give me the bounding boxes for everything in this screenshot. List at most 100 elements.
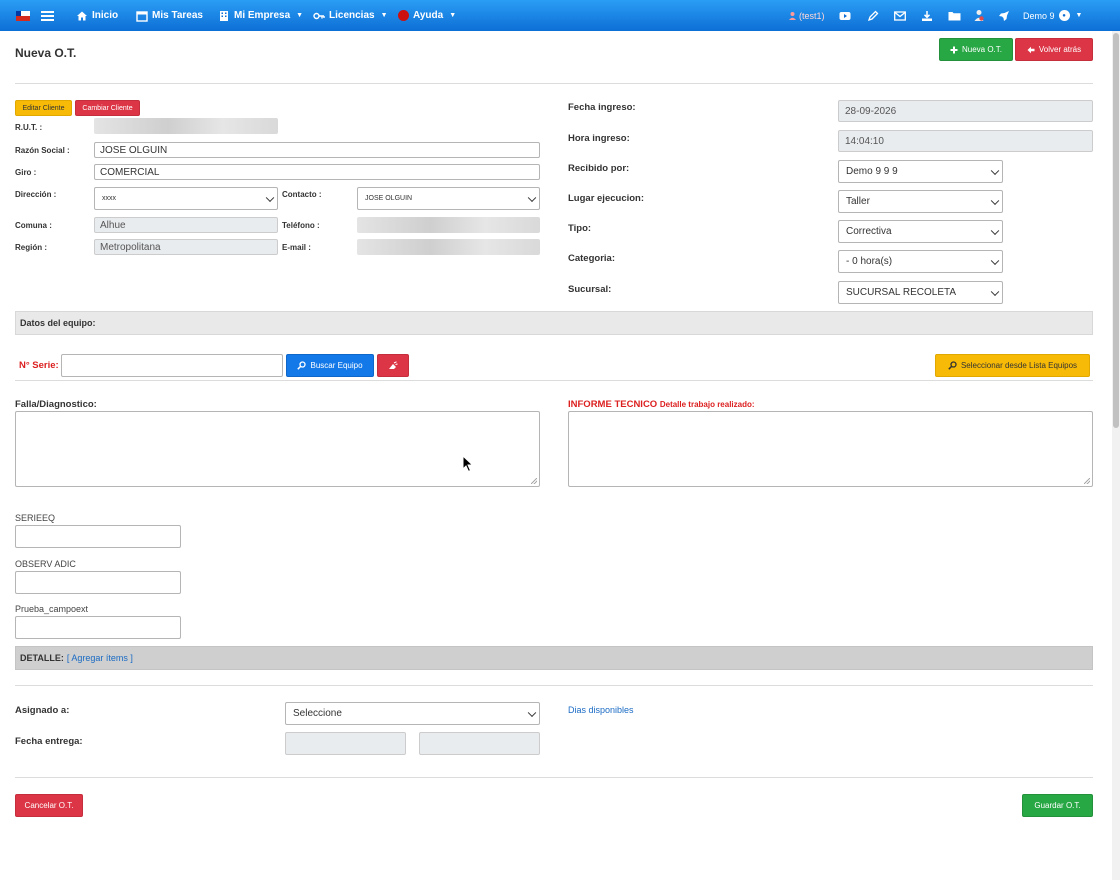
nav-licencias[interactable]: Licencias ▼: [313, 0, 388, 31]
datos-equipo-title: Datos del equipo:: [20, 318, 96, 328]
contacto-label: Contacto :: [282, 190, 322, 199]
user-icon: [789, 12, 796, 20]
scrollbar-thumb[interactable]: [1113, 33, 1119, 428]
eraser-icon: [389, 360, 398, 369]
youtube-icon[interactable]: [838, 0, 852, 31]
download-icon[interactable]: [920, 0, 934, 31]
serieeq-label: SERIEEQ: [15, 513, 56, 523]
edit-icon[interactable]: [866, 0, 880, 31]
rocket-icon[interactable]: [997, 0, 1011, 31]
nav-ayuda[interactable]: Ayuda ▼: [398, 0, 456, 31]
sucursal-value: SUCURSAL RECOLETA: [846, 287, 957, 298]
seleccionar-lista-equipos-label: Seleccionar desde Lista Equipos: [960, 361, 1078, 370]
informe-tecnico-subtitle: Detalle trabajo realizado:: [659, 400, 755, 409]
users-icon[interactable]: [972, 0, 986, 31]
mouse-cursor-icon: [462, 455, 474, 473]
contacto-select[interactable]: JOSE OLGUIN: [357, 187, 540, 210]
nav-licencias-label: Licencias: [329, 10, 375, 21]
resize-handle-icon[interactable]: [1084, 478, 1090, 484]
chile-flag-icon: [16, 0, 30, 31]
falla-diagnostico-textarea[interactable]: [15, 411, 540, 487]
nav-mis-tareas-label: Mis Tareas: [152, 10, 203, 21]
fecha-ingreso-label: Fecha ingreso:: [568, 102, 636, 113]
asignado-a-value: Seleccione: [293, 708, 342, 719]
rut-label: R.U.T. :: [15, 123, 43, 132]
datos-equipo-header: Datos del equipo:: [15, 311, 1093, 335]
email-label: E-mail :: [282, 243, 311, 252]
seleccionar-lista-equipos-button[interactable]: Seleccionar desde Lista Equipos: [935, 354, 1090, 377]
recibido-por-label: Recibido por:: [568, 163, 630, 174]
recibido-por-select[interactable]: Demo 9 9 9: [838, 160, 1003, 183]
fecha-entrega-date[interactable]: [285, 732, 406, 755]
nueva-ot-button[interactable]: Nueva O.T.: [939, 38, 1013, 61]
fecha-entrega-time[interactable]: [419, 732, 540, 755]
folder-icon[interactable]: [947, 0, 961, 31]
cambiar-cliente-button[interactable]: Cambiar Cliente: [75, 100, 140, 116]
volver-atras-button[interactable]: Volver atrás: [1015, 38, 1093, 61]
contacto-value: JOSE OLGUIN: [365, 195, 413, 202]
buscar-equipo-button[interactable]: Buscar Equipo: [286, 354, 374, 377]
cancelar-ot-button[interactable]: Cancelar O.T.: [15, 794, 83, 817]
tipo-value: Correctiva: [846, 226, 892, 237]
nav-ayuda-label: Ayuda: [413, 10, 444, 21]
chevron-down-icon: [265, 193, 275, 202]
calendar-icon: [136, 10, 148, 22]
agregar-items-link[interactable]: [ Agregar ítems ]: [67, 653, 133, 663]
rut-field: [94, 118, 278, 134]
guardar-ot-button[interactable]: Guardar O.T.: [1022, 794, 1093, 817]
asignado-a-select[interactable]: Seleccione: [285, 702, 540, 725]
sucursal-select[interactable]: SUCURSAL RECOLETA: [838, 281, 1003, 304]
user-menu[interactable]: Demo 9 ● ▼: [1023, 0, 1082, 31]
region-field: Metropolitana: [94, 239, 278, 255]
falla-diagnostico-label: Falla/Diagnostico:: [15, 399, 97, 410]
top-navbar: Inicio Mis Tareas Mi Empresa ▼ Licencias…: [0, 0, 1120, 31]
categoria-select[interactable]: - 0 hora(s): [838, 250, 1003, 273]
nav-mi-empresa[interactable]: Mi Empresa ▼: [218, 0, 303, 31]
observ-adic-label: OBSERV ADIC: [15, 559, 76, 569]
sucursal-label: Sucursal:: [568, 284, 612, 295]
tipo-select[interactable]: Correctiva: [838, 220, 1003, 243]
arrow-left-icon: [1027, 46, 1035, 53]
nueva-ot-label: Nueva O.T.: [961, 45, 1002, 54]
razon-social-field[interactable]: JOSE OLGUIN: [94, 142, 540, 158]
divider: [15, 685, 1093, 686]
giro-label: Giro :: [15, 168, 37, 177]
user-name: Demo 9: [1023, 10, 1055, 21]
search-icon: [948, 361, 957, 370]
chevron-down-icon: [990, 196, 1000, 205]
telefono-field: [357, 217, 540, 233]
recibido-por-value: Demo 9 9 9: [846, 166, 898, 177]
mail-icon[interactable]: [893, 0, 907, 31]
direccion-select[interactable]: xxxx: [94, 187, 278, 210]
telefono-label: Teléfono :: [282, 221, 320, 230]
nav-mis-tareas[interactable]: Mis Tareas: [136, 0, 203, 31]
categoria-label: Categoria:: [568, 253, 615, 264]
test-user-indicator: (test1): [788, 0, 825, 31]
lugar-ejecucion-select[interactable]: Taller: [838, 190, 1003, 213]
editar-cliente-button[interactable]: Editar Cliente: [15, 100, 72, 116]
comuna-label: Comuna :: [15, 221, 52, 230]
serieeq-input[interactable]: [15, 525, 181, 548]
email-field: [357, 239, 540, 255]
nav-inicio[interactable]: Inicio: [76, 0, 118, 31]
prueba-campoext-input[interactable]: [15, 616, 181, 639]
direccion-value: xxxx: [102, 195, 116, 202]
test-user-label: (test1): [799, 10, 825, 21]
fecha-entrega-label: Fecha entrega:: [15, 736, 83, 747]
razon-social-label: Razón Social :: [15, 146, 70, 155]
menu-toggle-button[interactable]: [41, 0, 54, 31]
clear-serie-button[interactable]: [377, 354, 409, 377]
building-icon: [220, 10, 228, 21]
informe-tecnico-textarea[interactable]: [568, 411, 1093, 487]
page-scrollbar[interactable]: [1112, 31, 1120, 880]
giro-field[interactable]: COMERCIAL: [94, 164, 540, 180]
divider: [15, 83, 1093, 84]
volver-atras-label: Volver atrás: [1038, 45, 1082, 54]
buscar-equipo-label: Buscar Equipo: [310, 361, 363, 370]
resize-handle-icon[interactable]: [531, 478, 537, 484]
hora-ingreso-field: 14:04:10: [838, 130, 1093, 152]
direccion-label: Dirección :: [15, 190, 57, 199]
observ-adic-input[interactable]: [15, 571, 181, 594]
dias-disponibles-link[interactable]: Dias disponibles: [568, 705, 634, 715]
n-serie-input[interactable]: [61, 354, 283, 377]
